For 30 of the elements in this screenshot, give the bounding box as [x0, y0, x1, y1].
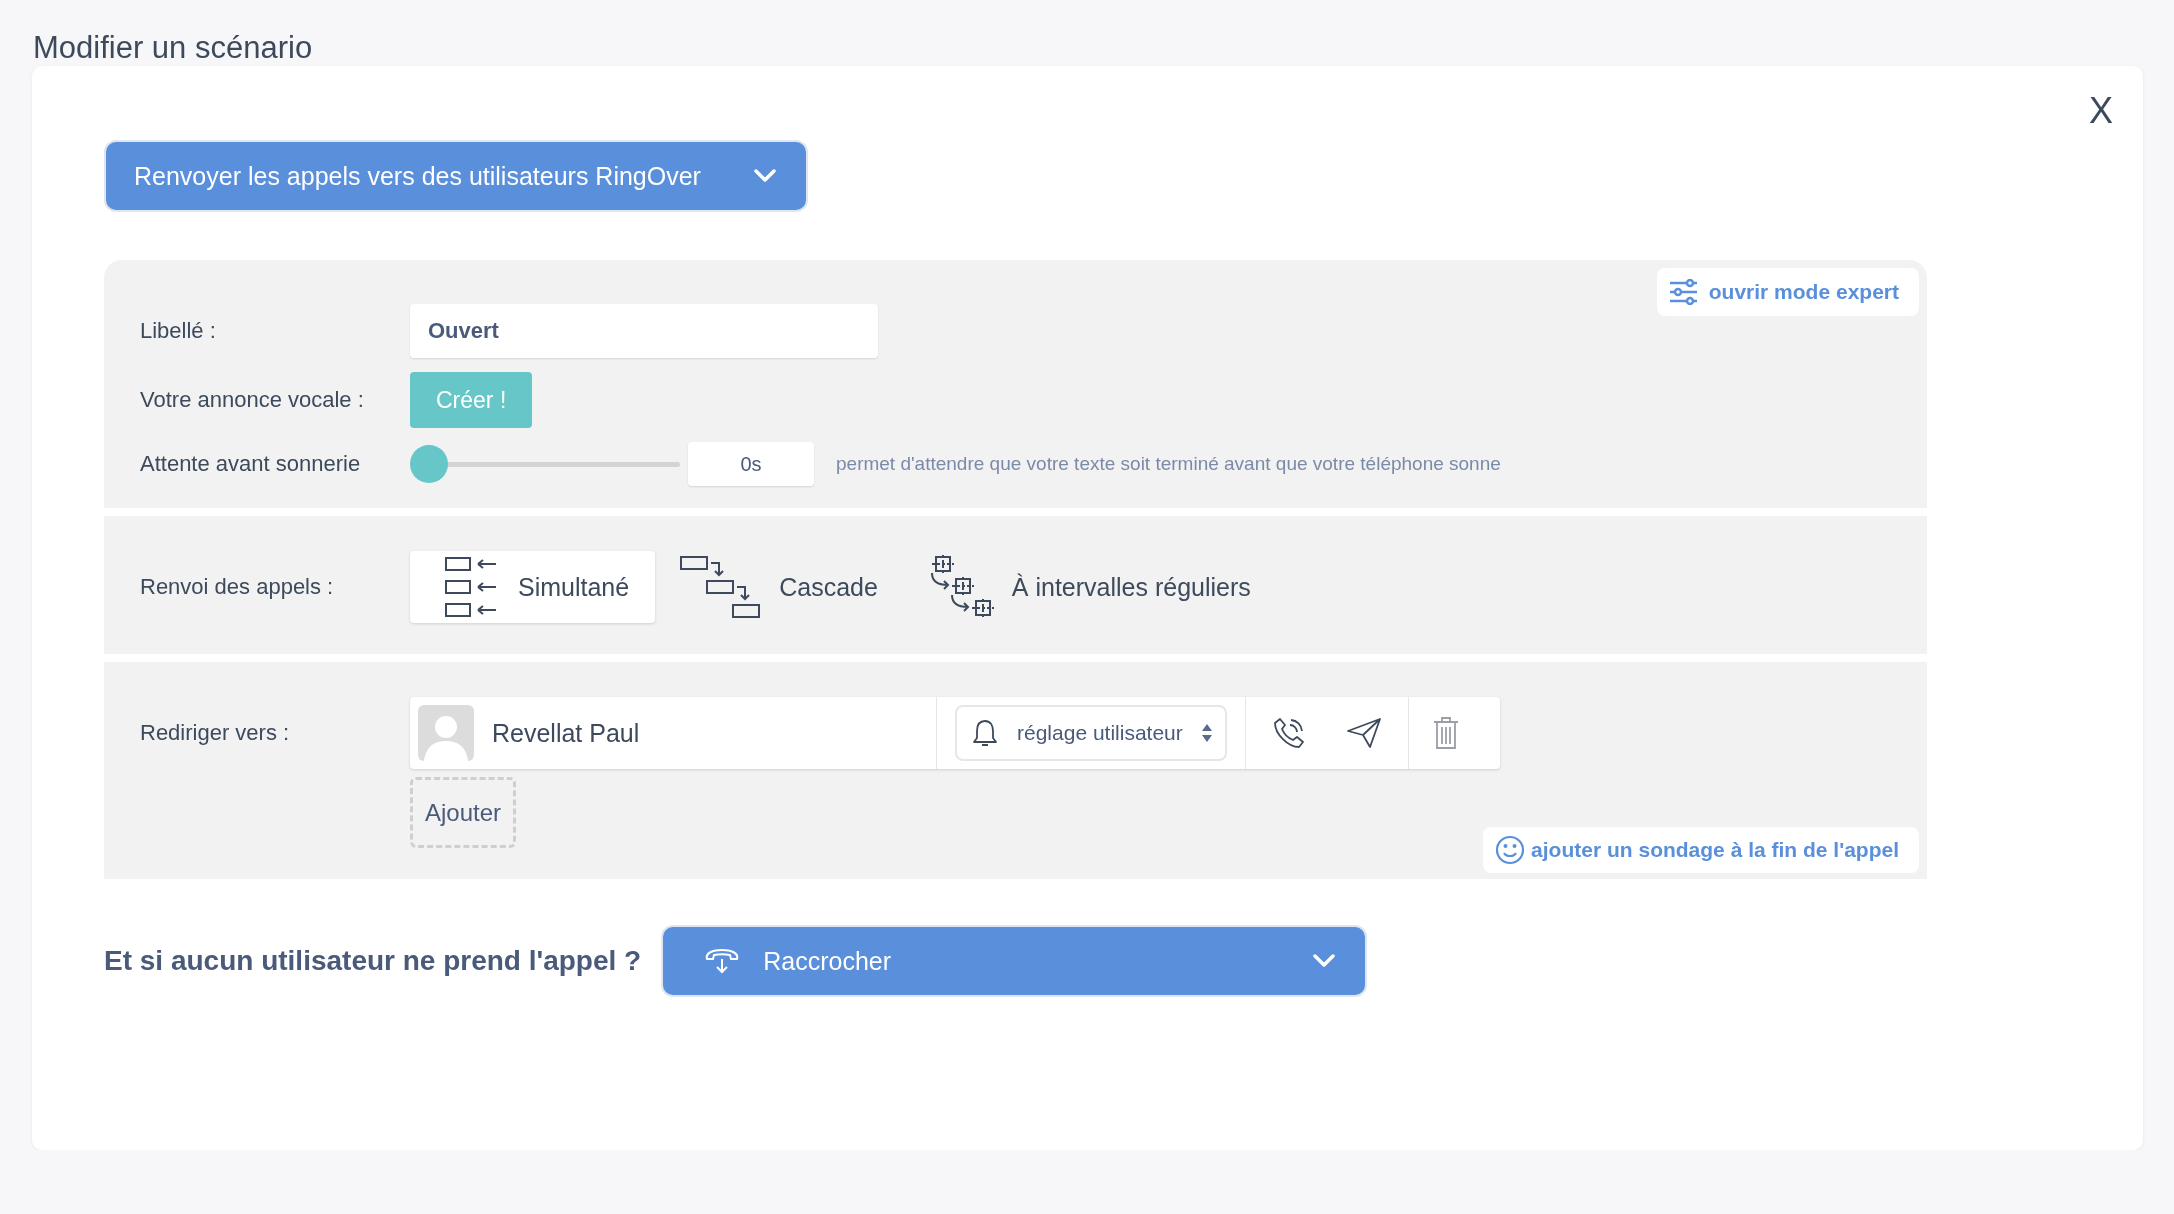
delay-slider[interactable] — [410, 444, 680, 484]
field-label: Libellé : — [140, 318, 217, 344]
field-label: Votre annonce vocale : — [140, 387, 365, 413]
field-label: Renvoi des appels : — [140, 574, 335, 600]
page-title: Modifier un scénario — [32, 29, 314, 66]
chevron-down-icon — [1313, 954, 1336, 968]
cascade-boxes-icon — [679, 555, 762, 619]
bell-icon — [971, 718, 999, 748]
close-button[interactable]: X — [2081, 86, 2121, 136]
add-button[interactable]: Ajouter — [410, 777, 517, 848]
forwarding-mode-option[interactable]: Cascade — [679, 551, 904, 623]
user-name: Revellat Paul — [492, 718, 640, 748]
phone-icon[interactable] — [1271, 716, 1306, 750]
forwarding-mode-option[interactable]: Simultané — [410, 551, 656, 623]
sliders-icon — [1668, 279, 1699, 305]
field-label: Rediriger vers : — [140, 720, 291, 746]
send-plane-icon[interactable] — [1345, 717, 1382, 749]
slider-thumb[interactable] — [410, 445, 448, 483]
up-down-arrows-icon — [1200, 722, 1213, 744]
fallback-question: Et si aucun utilisateur ne prend l'appel ? — [104, 945, 642, 977]
avatar-silhouette-icon — [418, 705, 474, 761]
forwarding-mode-option[interactable]: À intervalles réguliers — [927, 551, 1277, 623]
hint-text: permet d'attendre que votre texte soit terminé avant que votre téléphone sonne — [836, 453, 1501, 475]
delay-value-field[interactable]: 0s — [688, 442, 814, 486]
ring-setting-select[interactable]: réglage utilisateur — [955, 705, 1227, 761]
field-label: Attente avant sonnerie — [140, 451, 362, 477]
smiley-icon — [1495, 835, 1526, 865]
chevron-down-icon — [754, 169, 776, 183]
trash-icon[interactable] — [1431, 716, 1460, 750]
label-input-field[interactable]: Ouvert — [410, 304, 878, 358]
